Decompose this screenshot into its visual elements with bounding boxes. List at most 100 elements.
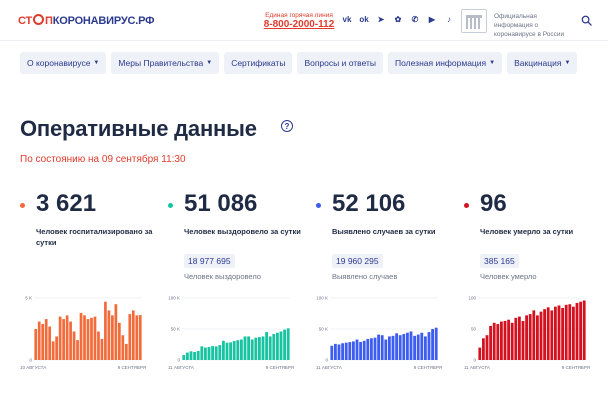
bar <box>69 321 72 360</box>
stat-dot-icon <box>168 203 173 208</box>
bar <box>481 338 485 360</box>
bar-chart: 5 K 0 10 АВГУСТА 9 СЕНТЯБРЯ <box>20 296 146 371</box>
stat-label: Человек госпитализировано за сутки <box>36 227 153 247</box>
bar <box>499 321 503 360</box>
youtube-icon[interactable]: ▶ <box>427 14 437 24</box>
bar <box>257 337 261 360</box>
nav-item-3[interactable]: Вопросы и ответы <box>297 52 384 74</box>
y-tick-label: 50 <box>471 327 477 332</box>
nav-item-label: Вакцинация <box>514 58 562 68</box>
bar <box>193 351 197 360</box>
bar <box>131 310 135 360</box>
y-tick-label: 0 <box>177 358 180 363</box>
y-tick-label: 100 K <box>168 296 180 301</box>
x-start-label: 10 АВГУСТА <box>20 365 46 370</box>
hotline: Единая горячая линия 8-800-2000-112 <box>262 12 336 30</box>
bar <box>114 304 118 360</box>
caret-down-icon: ▼ <box>564 60 571 66</box>
bar <box>409 331 413 360</box>
bar <box>373 337 377 360</box>
bar <box>138 315 142 360</box>
y-tick-label: 50 K <box>171 327 180 332</box>
nav-item-4[interactable]: Полезная информация ▼ <box>388 52 503 74</box>
bar <box>214 346 218 360</box>
viber-icon[interactable]: ✆ <box>410 14 420 24</box>
bar <box>568 304 572 360</box>
hotline-number-link[interactable]: 8-800-2000-112 <box>262 19 336 30</box>
bar <box>247 336 251 360</box>
logo-text-part1: СТ <box>18 15 32 27</box>
bar <box>485 335 489 360</box>
tiktok-icon[interactable]: ♪ <box>444 14 454 24</box>
y-tick-label: 0 <box>29 358 32 363</box>
bar <box>405 332 409 360</box>
bar <box>250 339 254 360</box>
telegram-icon[interactable]: ➤ <box>376 14 386 24</box>
nav-item-label: Вопросы и ответы <box>304 58 377 68</box>
bar <box>128 314 132 360</box>
bar <box>510 322 514 360</box>
bar <box>261 336 265 360</box>
site-logo[interactable]: СТ ПКОРОНАВИРУС.РФ <box>18 14 154 27</box>
bar <box>575 302 579 360</box>
data-timestamp: По состоянию на 09 сентября 11:30 <box>20 154 186 165</box>
bar <box>283 329 287 360</box>
bar <box>344 342 348 360</box>
bar <box>557 305 561 360</box>
bar <box>528 314 532 360</box>
y-tick-label: 0 <box>473 358 476 363</box>
bar <box>265 332 269 360</box>
bar-chart: 100 50 0 11 АВГУСТА 9 СЕНТЯБРЯ <box>464 296 590 371</box>
nav-item-0[interactable]: О коронавирусе ▼ <box>20 52 107 74</box>
bar <box>229 342 233 360</box>
help-icon[interactable]: ? <box>281 120 293 132</box>
bar <box>391 335 395 360</box>
bar <box>582 300 586 360</box>
nav-item-label: Сертификаты <box>231 58 286 68</box>
nav-item-1[interactable]: Меры Правительства ▼ <box>111 52 220 74</box>
bar <box>279 331 283 360</box>
stat-value: 96 <box>480 190 507 217</box>
odnoklassniki-icon[interactable]: ✿ <box>393 14 403 24</box>
stat-total: 19 960 295 <box>332 254 383 268</box>
y-tick-label: 100 K <box>316 296 328 301</box>
stat-total-label: Выявлено случаев <box>332 272 398 281</box>
nav-item-label: Меры Правительства <box>118 58 204 68</box>
bar <box>377 334 381 360</box>
bar <box>44 319 48 360</box>
x-start-label: 11 АВГУСТА <box>168 365 194 370</box>
bar <box>200 346 204 360</box>
hotline-label: Единая горячая линия <box>265 12 333 19</box>
nav-item-5[interactable]: Вакцинация ▼ <box>507 52 578 74</box>
stat-total: 385 165 <box>480 254 519 268</box>
bar <box>93 316 97 360</box>
logo-text-part2: П <box>45 15 53 27</box>
nav-item-2[interactable]: Сертификаты <box>224 52 293 74</box>
ok-icon[interactable]: ok <box>359 14 369 24</box>
bar <box>521 320 525 360</box>
bar <box>72 331 76 360</box>
search-icon[interactable] <box>581 15 592 26</box>
bar <box>185 352 189 360</box>
vk-icon[interactable]: vk <box>342 14 352 24</box>
stat-value: 3 621 <box>36 190 97 217</box>
bar <box>427 332 431 360</box>
daily-chart[interactable]: 5 K 0 10 АВГУСТА 9 СЕНТЯБРЯ <box>20 290 152 372</box>
daily-chart[interactable]: 100 K 50 K 0 11 АВГУСТА 9 СЕНТЯБРЯ <box>316 290 448 372</box>
bar <box>117 322 121 360</box>
stat-total-label: Человек выздоровело <box>184 272 261 281</box>
bar <box>97 331 100 360</box>
bar <box>413 335 417 360</box>
caret-down-icon: ▼ <box>206 60 213 66</box>
government-building-icon[interactable] <box>461 9 487 33</box>
daily-chart[interactable]: 100 50 0 11 АВГУСТА 9 СЕНТЯБРЯ <box>464 290 596 372</box>
bar <box>384 339 388 360</box>
daily-chart[interactable]: 100 K 50 K 0 11 АВГУСТА 9 СЕНТЯБРЯ <box>168 290 300 372</box>
gov-info-text[interactable]: Официальная информация о коронавирусе в … <box>494 12 574 39</box>
bar <box>203 347 207 360</box>
stat-dot-icon <box>464 203 469 208</box>
site-header: СТ ПКОРОНАВИРУС.РФ Единая горячая линия 8… <box>0 0 608 42</box>
bar <box>535 315 539 360</box>
bar <box>402 333 406 360</box>
bar <box>107 310 111 360</box>
